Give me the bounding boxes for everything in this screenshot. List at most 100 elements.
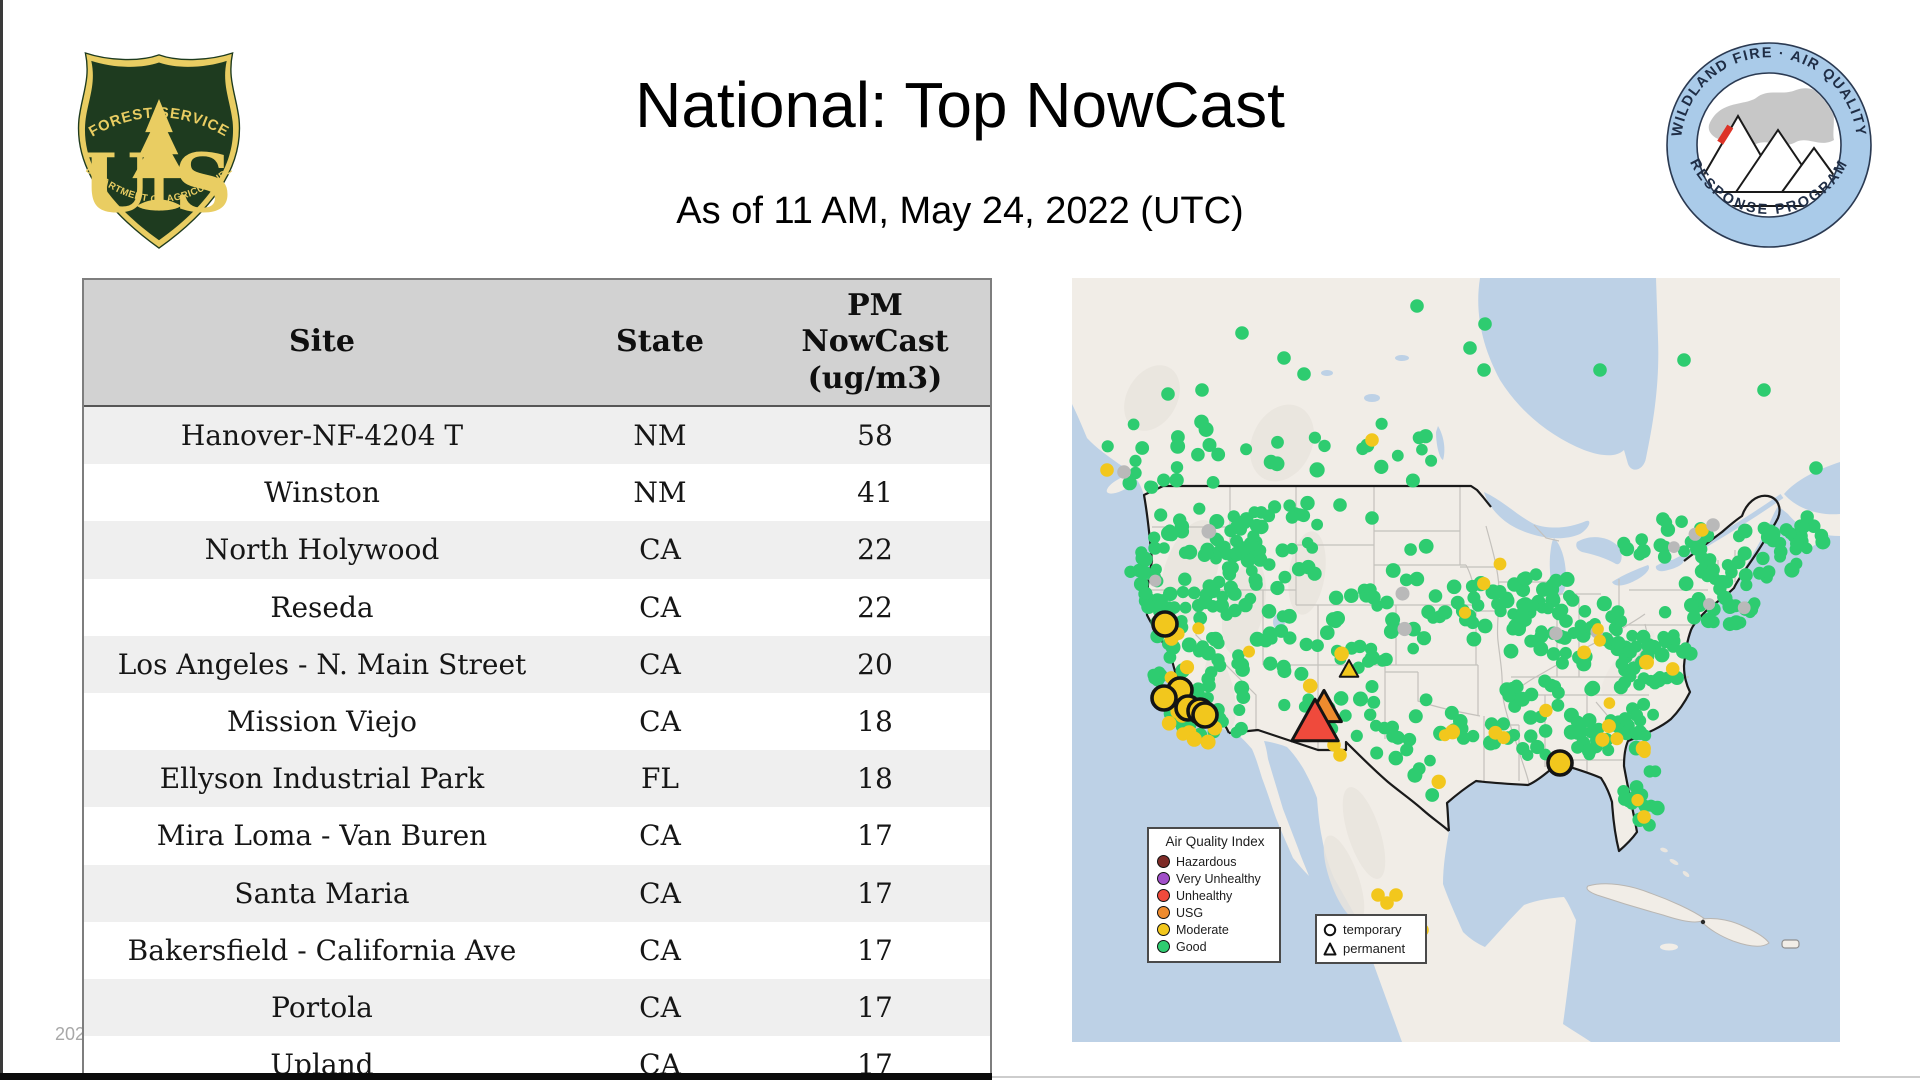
aqi-dot-good (1350, 729, 1363, 742)
aqi-dot-good (1138, 565, 1152, 580)
aqi-dot-good (1503, 643, 1519, 659)
aqi-dot-good (1197, 594, 1213, 610)
aqi-legend-item: Good (1157, 938, 1273, 955)
aqi-dot-good (1311, 518, 1323, 531)
aqi-dot-good (1428, 589, 1443, 603)
aqi-dot-gray (1706, 518, 1720, 532)
aqi-dot-good (1195, 383, 1209, 397)
aqi-dot-moderate (1371, 888, 1385, 902)
aqi-dot-good (1268, 500, 1282, 514)
aqi-dot-good (1416, 631, 1432, 646)
permanent-label: permanent (1343, 941, 1406, 956)
aqi-label: Good (1176, 939, 1207, 954)
aqi-dot-good (1182, 544, 1198, 560)
temporary-monitor-marker (1546, 749, 1574, 777)
aqi-dot-moderate (1431, 774, 1446, 789)
aqi-dot-good (1282, 608, 1297, 624)
aqi-dot-good (1101, 440, 1114, 453)
aqi-dot-moderate (1100, 463, 1114, 477)
video-progress-played[interactable] (0, 1073, 992, 1080)
aqi-dot-good (1610, 624, 1623, 637)
aqi-dot-good (1231, 657, 1243, 670)
aqi-dot-good (1463, 341, 1477, 355)
permanent-triangle-icon (1323, 942, 1338, 956)
aqi-dot-good (1518, 571, 1533, 586)
aqi-dot-good (1536, 582, 1551, 597)
aqi-swatch-moderate (1157, 923, 1170, 936)
aqi-dot-good (1514, 691, 1530, 707)
aqi-dot-good (1236, 690, 1251, 704)
cell-pm-nowcast: 41 (857, 476, 893, 510)
aqi-dot-good (1571, 741, 1584, 754)
aqi-swatch-good (1157, 940, 1170, 953)
aqi-dot-good (1418, 538, 1434, 554)
aqi-dot-good (1211, 447, 1226, 462)
aqi-dot-good (1135, 441, 1150, 455)
aqi-dot-good (1549, 573, 1563, 588)
aqi-dot-good (1623, 645, 1635, 658)
aqi-dot-good (1309, 462, 1325, 478)
aqi-dot-gray (1397, 621, 1412, 637)
aqi-dot-good (1262, 558, 1276, 571)
aqi-dot-good (1615, 657, 1629, 671)
aqi-dot-good (1311, 639, 1324, 652)
table-row: Ellyson Industrial Park FL 18 (84, 750, 990, 808)
aqi-swatch-hazardous (1157, 855, 1170, 868)
aqi-dot-good (1756, 551, 1770, 566)
aqi-dot-good (1193, 502, 1206, 515)
aqi-dot-good (1201, 672, 1215, 686)
aqi-dot-good (1285, 510, 1299, 524)
aqi-dot-good (1299, 637, 1313, 652)
aqi-dot-good (1419, 693, 1433, 707)
aqi-dot-good (1647, 708, 1659, 721)
temporary-monitor-marker (1191, 701, 1219, 729)
cell-state: CA (639, 647, 681, 681)
aqi-dot-good (1493, 585, 1507, 599)
aqi-dot-good (1297, 367, 1311, 381)
aqi-dot-good (1300, 495, 1315, 511)
aqi-dot-moderate (1477, 577, 1491, 591)
aqi-dot-good (1249, 577, 1263, 591)
aqi-dot-moderate (1639, 654, 1654, 670)
aqi-dot-good (1247, 530, 1260, 543)
aqi-dot-good (1375, 417, 1388, 430)
aqi-dot-good (1551, 698, 1565, 712)
aqi-dot-good (1678, 545, 1690, 558)
aqi-dot-moderate (1601, 719, 1616, 734)
aqi-dot-good (1524, 729, 1538, 743)
aqi-dot-good (1263, 656, 1278, 671)
aqi-label: Hazardous (1176, 854, 1237, 869)
aqi-dot-good (1261, 604, 1277, 619)
cell-state: NM (633, 476, 687, 510)
aqi-dot-good (1593, 363, 1607, 377)
aqi-dot-good (1728, 615, 1744, 631)
aqi-dot-good (1542, 602, 1554, 615)
aqi-dot-moderate (1333, 748, 1347, 762)
aqi-dot-good (1611, 636, 1626, 650)
aqi-dot-good (1725, 566, 1738, 579)
aqi-dot-good (1216, 590, 1229, 603)
cell-pm-nowcast: 17 (857, 933, 893, 967)
aqi-dot-moderate (1365, 433, 1379, 447)
aqi-dot-good (1409, 571, 1425, 587)
aqi-dot-good (1405, 473, 1420, 488)
table-row: Mira Loma - Van Buren CA 17 (84, 807, 990, 865)
table-row: North Holywood CA 22 (84, 521, 990, 579)
aqi-dot-good (1424, 754, 1436, 767)
aqi-dot-good (1378, 721, 1391, 735)
aqi-dot-good (1254, 506, 1268, 519)
aqi-dot-moderate (1389, 888, 1403, 902)
aqi-dot-good (1157, 473, 1171, 487)
aqi-dot-good (1677, 353, 1691, 367)
aqi-dot-good (1365, 680, 1379, 693)
aqi-dot-good (1700, 612, 1717, 629)
aqi-dot-good (1367, 695, 1381, 709)
aqi-dot-good (1687, 610, 1702, 625)
cell-site: Ellyson Industrial Park (159, 762, 485, 796)
aqi-swatch-very_unhealthy (1157, 872, 1170, 885)
aqi-dot-good (1154, 508, 1168, 522)
aqi-dot-moderate (1577, 645, 1591, 660)
aqi-dot-good (1619, 541, 1635, 557)
aqi-dot-good (1800, 542, 1813, 555)
aqi-dot-good (1147, 668, 1160, 682)
